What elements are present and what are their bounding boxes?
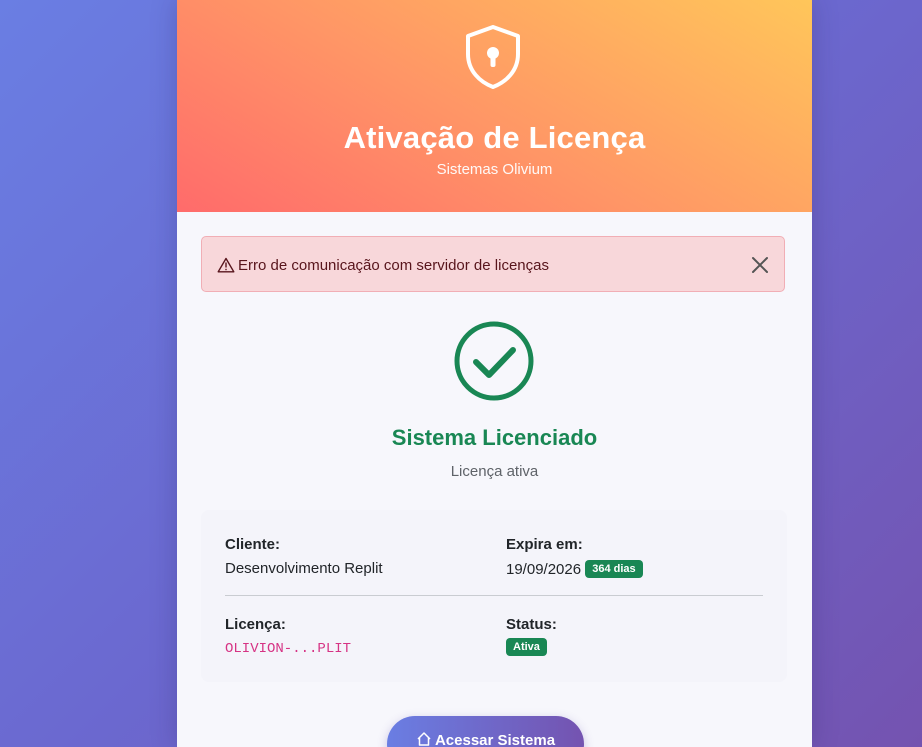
shield-lock-icon — [466, 25, 520, 89]
expira-value-row: 19/09/2026 364 dias — [506, 560, 643, 578]
licenca-label: Licença: — [225, 616, 286, 633]
status-value-row: Ativa — [506, 638, 547, 656]
status-subtitle: Licença ativa — [450, 463, 539, 480]
card-header: Ativação de Licença Sistemas Olivium — [177, 0, 812, 212]
expira-value: 19/09/2026 — [506, 561, 582, 578]
access-system-button[interactable]: Acessar Sistema — [387, 716, 584, 747]
status-label: Status: — [506, 616, 557, 633]
home-icon — [417, 732, 431, 746]
error-alert: Erro de comunicação com servidor de lice… — [201, 236, 785, 292]
cliente-value: Desenvolvimento Replit — [225, 560, 383, 577]
license-card: Ativação de Licença Sistemas Olivium Err… — [177, 0, 812, 747]
page-title: Ativação de Licença — [343, 120, 646, 155]
license-details: Cliente: Desenvolvimento Replit Expira e… — [201, 510, 787, 682]
cliente-label: Cliente: — [225, 536, 281, 553]
days-remaining-badge: 364 dias — [585, 560, 643, 578]
warning-icon — [217, 257, 235, 273]
check-circle-icon — [454, 321, 534, 401]
page-subtitle: Sistemas Olivium — [436, 161, 553, 178]
licenca-value: OLIVION-...PLIT — [225, 641, 352, 657]
details-divider — [225, 595, 763, 596]
close-icon[interactable] — [750, 255, 770, 275]
status-title: Sistema Licenciado — [391, 425, 598, 450]
access-system-label: Acessar Sistema — [434, 732, 556, 747]
expira-label: Expira em: — [506, 536, 583, 553]
status-badge: Ativa — [506, 638, 547, 656]
alert-message: Erro de comunicação com servidor de lice… — [238, 257, 549, 274]
